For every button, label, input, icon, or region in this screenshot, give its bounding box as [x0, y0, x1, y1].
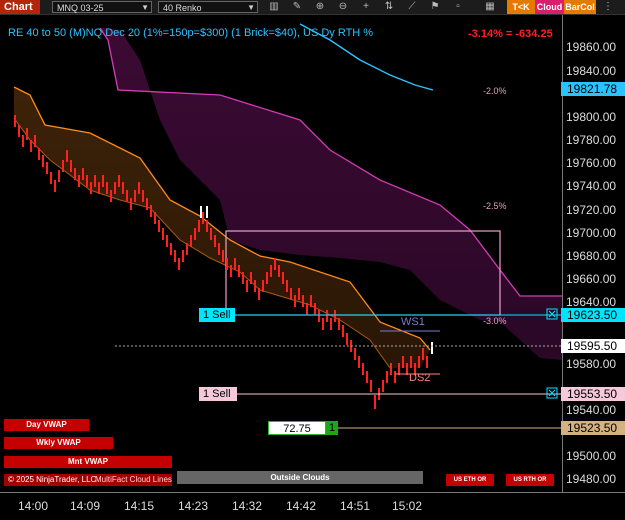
pct-level: -2.0% — [483, 86, 507, 96]
time-tick: 14:15 — [124, 499, 155, 513]
price-tick: 19720.00 — [566, 203, 617, 217]
box-icon[interactable]: ▫ — [450, 1, 466, 13]
time-tick: 14:09 — [70, 499, 101, 513]
arrows-icon[interactable]: ⇅ — [381, 1, 397, 13]
chevron-down-icon: ▼ — [141, 3, 149, 12]
pencil-icon[interactable]: ✎ — [289, 1, 305, 13]
chart-title: RE 40 to 50 (M)NQ Dec 20 (1%=150p=$300) … — [8, 27, 374, 39]
cloud-badge[interactable]: Cloud — [535, 0, 564, 14]
sell-stp-order[interactable]: 1 Sell STP — [199, 387, 237, 414]
performance-readout: -3.14% = -634.25 — [468, 28, 553, 40]
position-price-box: 19523.50 — [561, 421, 625, 435]
crosshair-icon[interactable]: + — [358, 1, 374, 13]
toolbar: Chart MNQ 03-25 ▼ 40 Renko ▼ ▥ ✎ ⊕ ⊖ + ⇅… — [0, 0, 625, 15]
flag-icon[interactable]: ⚑ — [427, 1, 443, 13]
bars-icon[interactable]: ▥ — [266, 1, 282, 13]
price-tick: 19660.00 — [566, 272, 617, 286]
us-eth-or-button[interactable]: US ETH OR — [446, 474, 494, 486]
price-tick: 19840.00 — [566, 64, 617, 78]
price-tick: 19800.00 — [566, 110, 617, 124]
price-tick: 19760.00 — [566, 156, 617, 170]
pct-level: -2.5% — [483, 201, 507, 211]
price-tick: 19780.00 — [566, 133, 617, 147]
cyan-price-box: 19821.78 — [561, 82, 625, 96]
watermark-label: MultiFact Cloud Lines — [95, 475, 172, 484]
pct-level: -3.0% — [483, 316, 507, 326]
zoom-out-icon[interactable]: ⊖ — [335, 1, 351, 13]
chart-tab[interactable]: Chart — [0, 0, 40, 14]
time-tick: 14:51 — [340, 499, 371, 513]
time-tick: 14:23 — [178, 499, 209, 513]
interval-selector[interactable]: 40 Renko ▼ — [158, 1, 258, 13]
outside-clouds-button[interactable]: Outside Clouds — [177, 471, 423, 484]
more-icon[interactable]: ⋮ — [600, 1, 616, 13]
calendar-icon[interactable]: ▦ — [482, 1, 498, 13]
copyright: © 2025 NinjaTrader, LLC — [8, 475, 97, 484]
price-tick: 19860.00 — [566, 40, 617, 54]
time-tick: 14:32 — [232, 499, 263, 513]
position-qty[interactable]: 1 — [326, 421, 338, 435]
time-tick: 15:02 — [392, 499, 423, 513]
time-tick: 14:00 — [18, 499, 49, 513]
sell-lmt-price-box: 19623.50 — [561, 308, 625, 322]
price-tick: 19500.00 — [566, 449, 617, 463]
price-tick: 19480.00 — [566, 472, 617, 486]
wkly-vwap-button[interactable]: Wkly VWAP — [4, 437, 113, 449]
time-tick: 14:42 — [286, 499, 317, 513]
instrument-selector[interactable]: MNQ 03-25 ▼ — [52, 1, 152, 13]
chevron-down-icon: ▼ — [247, 3, 255, 12]
instrument-label: MNQ 03-25 — [57, 3, 104, 13]
price-tick: 19680.00 — [566, 249, 617, 263]
sell-lmt-order[interactable]: 1 Sell LMT — [199, 308, 235, 335]
price-tick: 19540.00 — [566, 403, 617, 417]
position-pnl[interactable]: 72.75 — [268, 421, 326, 435]
us-rth-or-button[interactable]: US RTH OR — [506, 474, 554, 486]
price-tick: 19700.00 — [566, 226, 617, 240]
interval-label: 40 Renko — [163, 3, 202, 13]
sell-stp-price-box: 19553.50 — [561, 387, 625, 401]
price-tick: 19580.00 — [566, 357, 617, 371]
tk-badge[interactable]: T<K — [507, 0, 535, 14]
ds2-label: DS2 — [409, 372, 431, 384]
zoom-in-icon[interactable]: ⊕ — [312, 1, 328, 13]
price-tick: 19640.00 — [566, 295, 617, 309]
day-vwap-button[interactable]: Day VWAP — [4, 419, 89, 431]
current-price-box: 19595.50 — [561, 339, 625, 353]
price-tick: 19740.00 — [566, 179, 617, 193]
barcol-badge[interactable]: BarCol — [564, 0, 596, 14]
ws1-label: WS1 — [401, 316, 425, 328]
line-chart-icon[interactable]: ⟋ — [404, 1, 420, 13]
mnt-vwap-button[interactable]: Mnt VWAP — [4, 456, 172, 468]
